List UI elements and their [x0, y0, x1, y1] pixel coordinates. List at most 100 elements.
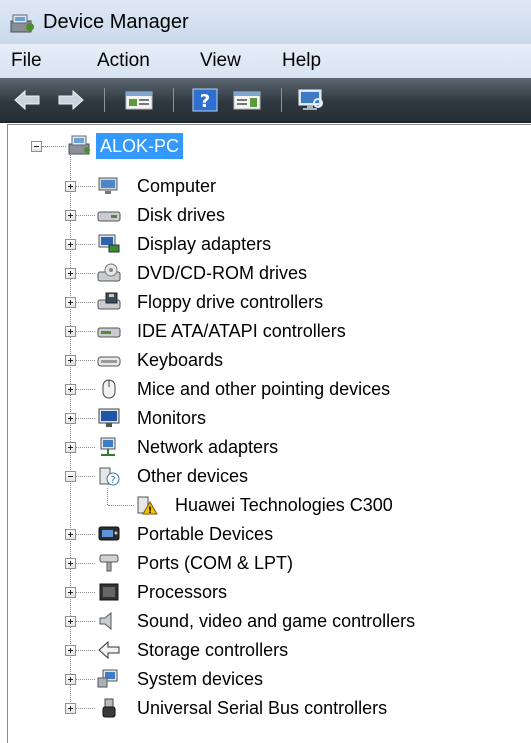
expand-toggle-storage-controllers[interactable]: [65, 645, 76, 656]
processor-icon: [99, 583, 119, 601]
tree-connector-line: [108, 505, 134, 506]
svg-text:?: ?: [200, 91, 210, 112]
disk-drive-icon: [97, 211, 121, 222]
tree-connector-line: [75, 331, 95, 332]
menu-help[interactable]: Help: [282, 50, 321, 72]
category-label-monitors[interactable]: Monitors: [137, 408, 206, 429]
tree-connector-line: [107, 488, 108, 505]
port-icon: [99, 554, 119, 572]
tree-connector-line: [75, 679, 95, 680]
category-label-computer[interactable]: Computer: [137, 176, 216, 197]
root-node-label[interactable]: ALOK-PC: [96, 133, 184, 159]
back-button[interactable]: [12, 86, 42, 114]
tree-connector-line: [75, 186, 95, 187]
toolbar: ?: [0, 78, 531, 123]
menu-bar: File Action View Help: [0, 44, 531, 78]
forward-button[interactable]: [56, 86, 86, 114]
tree-connector-line: [75, 621, 95, 622]
tree-connector-line: [75, 592, 95, 593]
tree-connector-line: [75, 244, 95, 245]
expand-toggle-ports-com-lpt[interactable]: [65, 558, 76, 569]
tree-connector-line: [75, 273, 95, 274]
category-label-portable-devices[interactable]: Portable Devices: [137, 524, 273, 545]
tree-connector-line: [75, 360, 95, 361]
tree-connector-line: [75, 708, 95, 709]
system-devices-icon: [97, 669, 118, 688]
category-label-display-adapters[interactable]: Display adapters: [137, 234, 271, 255]
ide-controller-icon: [97, 327, 121, 338]
category-label-storage-controllers[interactable]: Storage controllers: [137, 640, 288, 661]
floppy-controller-icon: [97, 292, 121, 310]
expand-toggle-ide-ata-atapi-controllers[interactable]: [65, 326, 76, 337]
tree-connector-line: [75, 447, 95, 448]
category-label-disk-drives[interactable]: Disk drives: [137, 205, 225, 226]
computer-root-icon: [68, 135, 90, 155]
expand-toggle-network-adapters[interactable]: [65, 442, 76, 453]
toolbar-separator: [104, 88, 105, 112]
device-manager-icon: [10, 14, 34, 33]
tree-connector-line: [75, 389, 95, 390]
category-label-ide-ata-atapi-controllers[interactable]: IDE ATA/ATAPI controllers: [137, 321, 346, 342]
help-icon: ?: [192, 88, 218, 112]
expand-toggle-system-devices[interactable]: [65, 674, 76, 685]
expand-toggle-mice-and-other-pointing-devices[interactable]: [65, 384, 76, 395]
tree-connector-line: [75, 418, 95, 419]
warning-device-icon: !: [137, 496, 158, 516]
keyboard-icon: [97, 356, 121, 367]
device-label[interactable]: Huawei Technologies C300: [175, 495, 393, 516]
network-adapter-icon: [100, 437, 116, 456]
expand-toggle-universal-serial-bus-controllers[interactable]: [65, 703, 76, 714]
forward-icon: [58, 89, 84, 111]
category-label-universal-serial-bus-controllers[interactable]: Universal Serial Bus controllers: [137, 698, 387, 719]
monitor-icon: [98, 408, 120, 427]
expand-toggle-display-adapters[interactable]: [65, 239, 76, 250]
title-bar: Device Manager: [0, 0, 531, 44]
category-label-ports-com-lpt[interactable]: Ports (COM & LPT): [137, 553, 293, 574]
menu-file[interactable]: File: [11, 50, 42, 72]
category-label-processors[interactable]: Processors: [137, 582, 227, 603]
update-driver-button[interactable]: [230, 86, 264, 114]
menu-action[interactable]: Action: [97, 50, 150, 72]
tree-connector-line: [75, 476, 95, 477]
help-button[interactable]: ?: [192, 86, 218, 114]
expand-toggle-keyboards[interactable]: [65, 355, 76, 366]
expand-toggle-processors[interactable]: [65, 587, 76, 598]
properties-button[interactable]: [122, 86, 156, 114]
expand-toggle-floppy-drive-controllers[interactable]: [65, 297, 76, 308]
tree-connector-line: [75, 650, 95, 651]
dvd-drive-icon: [97, 263, 121, 282]
category-label-other-devices[interactable]: Other devices: [137, 466, 248, 487]
root-collapse-toggle[interactable]: [31, 141, 42, 152]
computer-icon: [98, 177, 118, 194]
expand-toggle-other-devices[interactable]: [65, 471, 76, 482]
expand-toggle-disk-drives[interactable]: [65, 210, 76, 221]
expand-toggle-sound-video-and-game-controllers[interactable]: [65, 616, 76, 627]
sound-icon: [99, 611, 112, 631]
tree-connector-line: [42, 146, 66, 147]
unknown-device-icon: ?: [99, 467, 120, 486]
category-label-dvd-cd-rom-drives[interactable]: DVD/CD-ROM drives: [137, 263, 307, 284]
expand-toggle-dvd-cd-rom-drives[interactable]: [65, 268, 76, 279]
usb-icon: [102, 698, 116, 718]
svg-text:?: ?: [110, 475, 115, 486]
back-icon: [14, 89, 40, 111]
properties-icon: [125, 91, 153, 110]
menu-view[interactable]: View: [200, 50, 241, 72]
tree-connector-line: [75, 534, 95, 535]
toolbar-separator: [281, 88, 282, 112]
mouse-icon: [102, 379, 116, 399]
category-label-mice-and-other-pointing-devices[interactable]: Mice and other pointing devices: [137, 379, 390, 400]
category-label-floppy-drive-controllers[interactable]: Floppy drive controllers: [137, 292, 323, 313]
toolbar-separator: [173, 88, 174, 112]
category-label-system-devices[interactable]: System devices: [137, 669, 263, 690]
category-label-sound-video-and-game-controllers[interactable]: Sound, video and game controllers: [137, 611, 415, 632]
update-driver-icon: [233, 91, 261, 110]
expand-toggle-computer[interactable]: [65, 181, 76, 192]
window-title: Device Manager: [43, 11, 189, 33]
expand-toggle-monitors[interactable]: [65, 413, 76, 424]
category-label-network-adapters[interactable]: Network adapters: [137, 437, 278, 458]
scan-hardware-button[interactable]: [296, 86, 326, 114]
tree-connector-line: [75, 215, 95, 216]
expand-toggle-portable-devices[interactable]: [65, 529, 76, 540]
category-label-keyboards[interactable]: Keyboards: [137, 350, 223, 371]
